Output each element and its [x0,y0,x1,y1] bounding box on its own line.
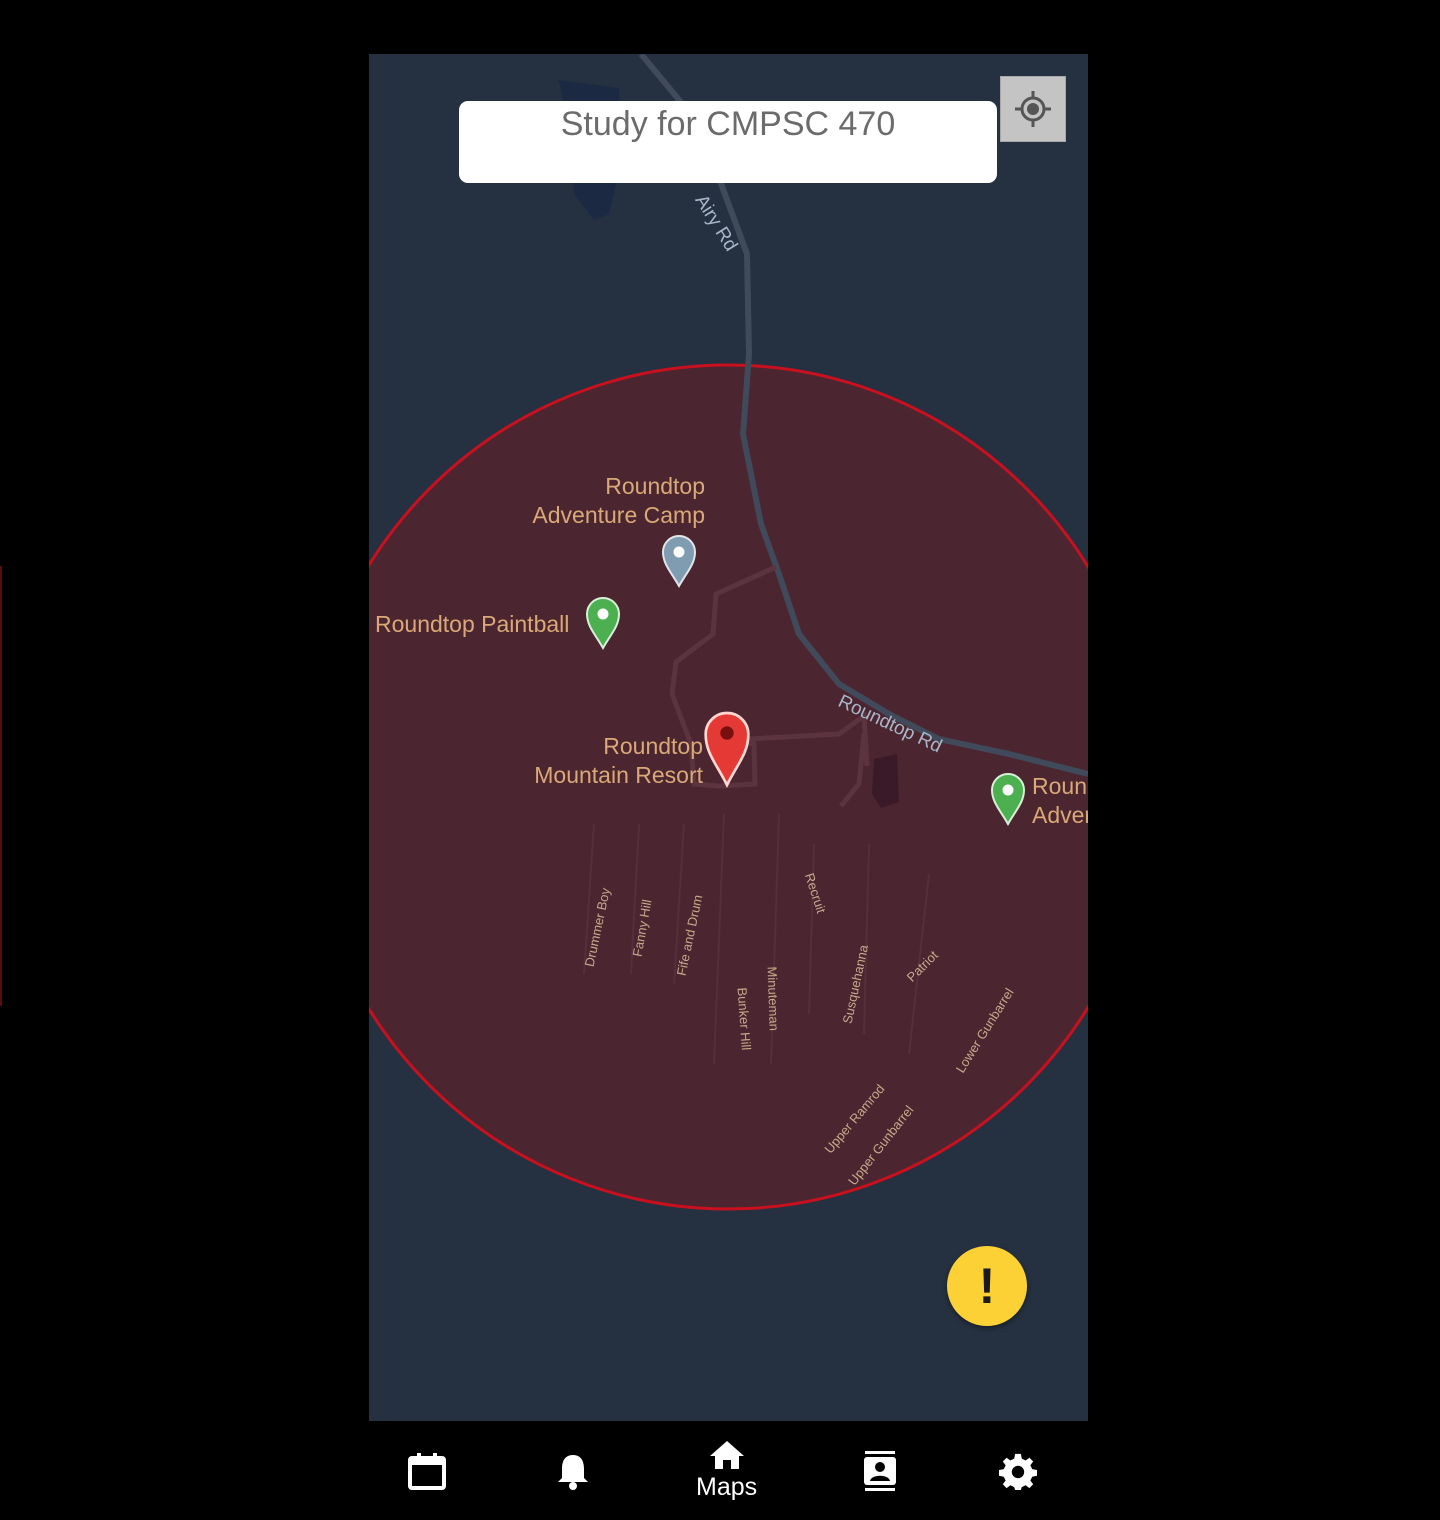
task-card[interactable]: Study for CMPSC 470 [459,101,997,183]
left-edge-stripe [0,566,2,1006]
contacts-icon [864,1450,896,1491]
nav-settings[interactable] [999,1421,1037,1520]
map-view[interactable]: Study for CMPSC 470 Airy Rd Roundtop Rd … [369,54,1088,1421]
gray-map-pin-icon[interactable] [661,534,697,588]
bottom-nav: Maps [369,1421,1088,1520]
trail-label: Minuteman [764,966,782,1032]
red-location-pin-icon[interactable] [703,710,751,788]
place-label-right-cutoff[interactable]: Roun Adver [1032,772,1088,830]
task-title: Study for CMPSC 470 [560,105,896,143]
place-label-paintball[interactable]: Roundtop Paintball [375,610,569,639]
nav-notifications[interactable] [555,1421,591,1520]
pond-shape [872,754,899,808]
nav-maps-label: Maps [696,1473,758,1501]
green-map-pin-icon[interactable] [989,772,1027,826]
nav-calendar[interactable] [407,1421,447,1520]
gear-icon [999,1453,1037,1490]
calendar-icon [408,1452,446,1490]
my-location-button[interactable] [1000,76,1066,142]
nav-maps[interactable]: Maps [696,1421,757,1520]
green-map-pin-icon[interactable] [584,596,622,650]
nav-contacts[interactable] [861,1421,899,1520]
home-icon [709,1441,744,1469]
bell-icon [558,1454,588,1490]
crosshair-icon [1015,91,1051,127]
place-label-adventure-camp[interactable]: Roundtop Adventure Camp [525,472,705,530]
exclamation-icon: ! [978,1258,996,1314]
alert-button[interactable]: ! [947,1246,1027,1326]
place-label-mountain-resort[interactable]: Roundtop Mountain Resort [515,732,703,790]
